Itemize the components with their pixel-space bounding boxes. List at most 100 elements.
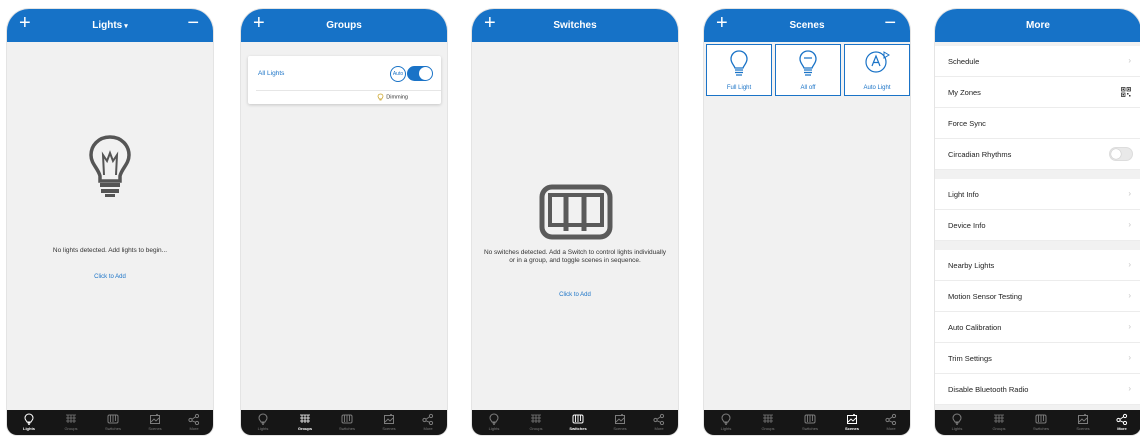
tab-groups[interactable]: Groups [981,413,1017,431]
click-to-add-link[interactable]: Click to Add [472,292,678,298]
tab-label: Lights [951,426,963,431]
tab-label: Groups [529,426,543,431]
tab-label: Groups [64,426,78,431]
empty-message: No switches detected. Add a Switch to co… [483,249,667,264]
nav-header: + Lights ▾ − [7,9,213,42]
row-nearby-lights[interactable]: Nearby Lights › [935,250,1140,281]
tab-lights[interactable]: Lights [939,413,975,431]
scenes-icon [1078,413,1088,424]
tab-label: Scenes [844,426,859,431]
row-circadian-rhythms: Circadian Rhythms [935,139,1140,170]
tab-switches[interactable]: Switches [792,413,828,431]
tab-lights[interactable]: Lights [708,413,744,431]
groups-icon [300,414,310,423]
scenes-body: Full Light All off Auto Light [704,42,910,412]
scenes-icon [384,413,394,424]
tab-lights[interactable]: Lights [245,413,281,431]
tab-switches[interactable]: Switches [329,413,365,431]
tab-label: Scenes [382,426,396,431]
more-screen: More Schedule › My Zones Force Sync Circa… [935,9,1140,435]
groups-icon [531,414,541,423]
row-device-info[interactable]: Device Info › [935,210,1140,241]
switch-icon [107,414,119,424]
row-my-zones[interactable]: My Zones [935,77,1140,108]
dimming-control[interactable]: Dimming [377,93,408,101]
scenes-icon [615,413,625,424]
app-screens: + Lights ▾ − No lights detected. Add ligh… [0,0,1140,438]
tab-switches[interactable]: Switches [95,413,131,431]
tab-groups[interactable]: Groups [750,413,786,431]
remove-button[interactable]: − [884,13,896,33]
tab-label: Groups [761,426,775,431]
nav-header: + Scenes − [704,9,910,42]
switch-icon [1035,414,1047,424]
tab-scenes[interactable]: Scenes [137,413,173,431]
empty-message: No lights detected. Add lights to begin.… [52,247,168,254]
chevron-right-icon: › [1128,291,1131,300]
remove-button[interactable]: − [187,13,199,33]
nav-header: More [935,9,1140,42]
tab-switches[interactable]: Switches [560,413,596,431]
tab-label: More [886,426,896,431]
row-motion-sensor-testing[interactable]: Motion Sensor Testing › [935,281,1140,312]
switch-icon [572,414,584,424]
row-force-sync[interactable]: Force Sync [935,108,1140,139]
row-auto-calibration[interactable]: Auto Calibration › [935,312,1140,343]
more-body: Schedule › My Zones Force Sync Circadian … [935,42,1140,412]
row-light-info[interactable]: Light Info › [935,179,1140,210]
click-to-add-link[interactable]: Click to Add [7,274,213,280]
row-schedule[interactable]: Schedule › [935,46,1140,77]
tab-scenes[interactable]: Scenes [834,413,870,431]
tab-groups[interactable]: Groups [287,413,323,431]
tab-more[interactable]: More [641,413,677,431]
tab-more[interactable]: More [176,413,212,431]
switches-screen: + Switches No switches detected. Add a S… [472,9,678,435]
group-name: All Lights [258,70,285,77]
bulb-on-icon [730,50,748,76]
group-card[interactable]: All Lights Auto Dimming [248,56,441,104]
lights-title-dropdown[interactable]: Lights ▾ [7,20,213,31]
tab-label: Scenes [148,426,162,431]
groups-body: All Lights Auto Dimming [241,42,447,412]
tab-scenes[interactable]: Scenes [602,413,638,431]
circadian-toggle[interactable] [1109,147,1133,161]
scene-all-off[interactable]: All off [775,44,841,96]
tab-label: Switches [104,426,121,431]
groups-icon [994,414,1004,423]
tab-label: Switches [1032,426,1049,431]
auto-button[interactable]: Auto [390,66,406,82]
row-label: Force Sync [948,119,986,128]
row-disable-bluetooth-radio[interactable]: Disable Bluetooth Radio › [935,374,1140,405]
wall-switch-icon [539,184,613,240]
tab-more[interactable]: More [1104,413,1140,431]
tab-more[interactable]: More [873,413,909,431]
row-trim-settings[interactable]: Trim Settings › [935,343,1140,374]
tab-bar: Lights Groups Switches Scenes More [935,410,1140,435]
tab-label: Switches [801,426,818,431]
row-label: Motion Sensor Testing [948,292,1023,301]
tab-scenes[interactable]: Scenes [1065,413,1101,431]
toggle-knob [419,67,432,80]
settings-list: Schedule › My Zones Force Sync Circadian … [935,42,1140,405]
tab-lights[interactable]: Lights [476,413,512,431]
row-label: Auto Calibration [948,323,1002,332]
tab-more[interactable]: More [410,413,446,431]
tab-switches[interactable]: Switches [1023,413,1059,431]
scene-full-light[interactable]: Full Light [706,44,772,96]
toggle-knob [1111,149,1121,159]
tab-lights[interactable]: Lights [11,413,47,431]
group-power-toggle[interactable] [407,66,433,81]
share-icon [653,413,665,425]
tab-label: More [1117,426,1127,431]
tab-groups[interactable]: Groups [53,413,89,431]
scene-auto-light[interactable]: Auto Light [844,44,910,96]
row-label: Schedule [948,57,980,66]
tab-label: Lights [257,426,269,431]
scene-label: Auto Light [863,85,891,91]
tab-scenes[interactable]: Scenes [371,413,407,431]
tab-groups[interactable]: Groups [518,413,554,431]
bulb-off-icon [799,50,817,76]
row-label: Device Info [948,221,986,230]
page-title: More [1026,20,1050,31]
dim-bulb-icon [377,93,384,101]
